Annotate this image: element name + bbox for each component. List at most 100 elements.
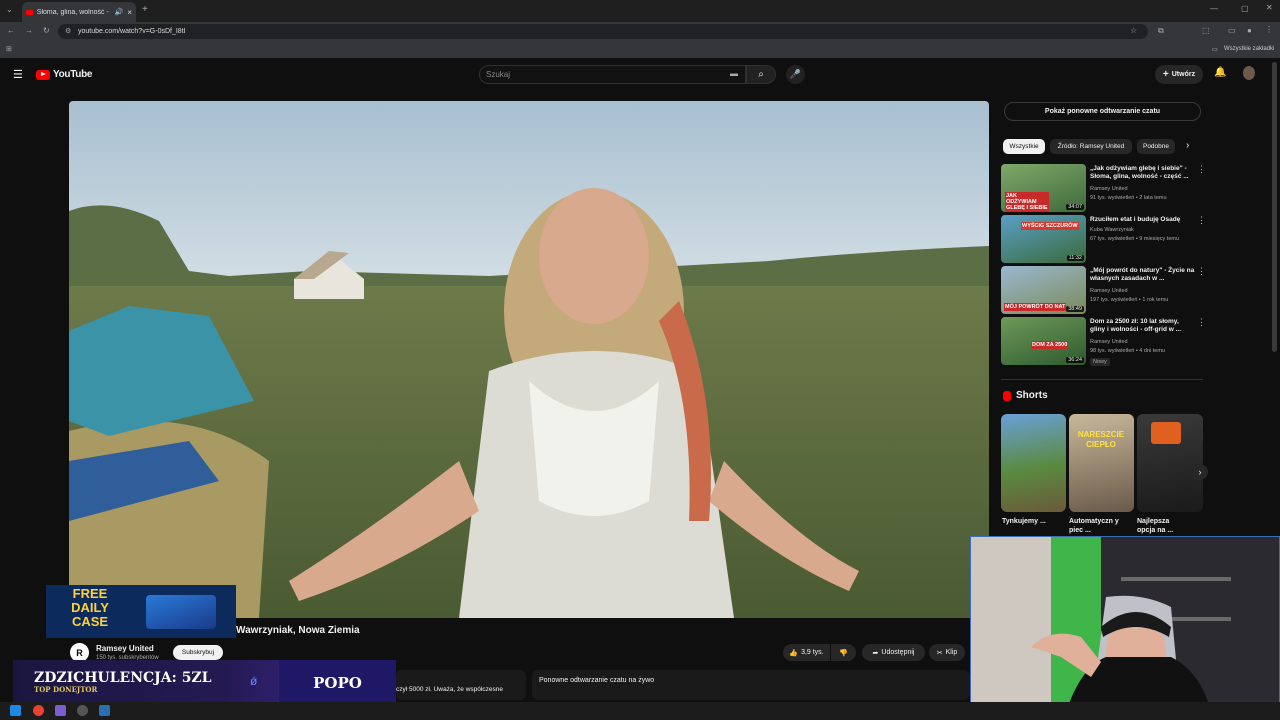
all-bookmarks-link[interactable]: Wszystkie zakładki (1224, 46, 1274, 52)
video-thumbnail: WYŚCIG SZCZURÓW 11:32 (1001, 215, 1086, 263)
microphone-icon: 🎤 (789, 69, 802, 79)
youtube-favicon-icon (26, 9, 33, 15)
voice-search-button[interactable]: 🎤 (786, 65, 805, 84)
share-button[interactable]: ➦ Udostępnij (862, 644, 925, 661)
url-text: youtube.com/watch?v=G-0sDf_I8tI (78, 28, 186, 35)
close-window-icon[interactable]: ✕ (1266, 3, 1273, 12)
streamer-webcam (970, 536, 1280, 711)
thumbs-down-icon: 👎 (839, 649, 848, 657)
search-button[interactable]: ⌕ (746, 65, 776, 84)
chrome-icon[interactable] (33, 705, 44, 716)
video-player[interactable] (69, 101, 989, 618)
short-thumbnail[interactable]: NARESZCIE CIEPŁO (1069, 414, 1134, 512)
browser-tab[interactable]: Słoma, glina, wolność - cz... 🔊 × (22, 2, 136, 22)
thumbnail-caption: JAK ODŻYWIAM GLEBĘ I SIEBIE (1005, 192, 1049, 212)
page-scrollbar[interactable] (1272, 62, 1277, 352)
short-title[interactable]: Automatyczn y piec ... (1069, 517, 1121, 535)
site-info-icon[interactable]: ⚙ (65, 27, 71, 35)
profile-icon[interactable]: ● (1247, 26, 1252, 35)
more-options-icon[interactable]: ⋮ (1197, 267, 1206, 276)
install-icon[interactable]: ⧉ (1158, 26, 1164, 36)
tab-search-icon[interactable]: ⌄ (6, 5, 13, 14)
subscribe-button[interactable]: Subskrybuj (173, 645, 223, 660)
search-input[interactable]: Szukaj (479, 65, 746, 84)
address-bar[interactable]: ⚙ youtube.com/watch?v=G-0sDf_I8tI ☆ (58, 24, 1148, 39)
recommendation-item[interactable]: WYŚCIG SZCZURÓW 11:32 Rzuciłem etat i bu… (1001, 215, 1206, 263)
video-thumbnail: DOM ZA 2500 36:24 (1001, 317, 1086, 365)
more-options-icon[interactable]: ⋮ (1197, 216, 1206, 225)
search-icon: ⌕ (758, 69, 764, 80)
shorts-icon (1003, 390, 1011, 401)
chips-next-icon[interactable]: › (1186, 140, 1189, 151)
thumbnail-caption: WYŚCIG SZCZURÓW (1021, 222, 1079, 230)
keyboard-icon[interactable]: ▬ (730, 69, 738, 78)
avatar[interactable] (1243, 66, 1255, 80)
video-title: Wawrzyniak, Nowa Ziemia (236, 625, 360, 636)
apps-icon[interactable]: ⊞ (6, 45, 12, 53)
banner-line1: FREE (72, 586, 108, 601)
video-frame (69, 101, 989, 618)
start-icon[interactable] (10, 705, 21, 716)
video-thumbnail: MÓJ POWRÓT DO NAT 38:49 (1001, 266, 1086, 314)
maximize-icon[interactable]: ▢ (1241, 4, 1249, 13)
hamburger-menu-icon[interactable]: ☰ (13, 68, 23, 81)
short-thumbnail[interactable] (1001, 414, 1066, 512)
short-thumbnail[interactable] (1137, 414, 1203, 512)
divider (1001, 379, 1203, 380)
show-chat-replay-button[interactable]: Pokaż ponowne odtwarzanie czatu (1004, 102, 1201, 121)
minimize-icon[interactable]: — (1210, 4, 1218, 13)
folder-icon: ▭ (1212, 47, 1218, 53)
close-tab-icon[interactable]: × (127, 8, 132, 17)
free-daily-case-banner: FREE DAILY CASE (46, 585, 236, 638)
more-options-icon[interactable]: ⋮ (1197, 165, 1206, 174)
channel-name[interactable]: Ramsey United (96, 644, 154, 653)
obs-icon[interactable] (77, 705, 88, 716)
recommendation-item[interactable]: JAK ODŻYWIAM GLEBĘ I SIEBIE 34:07 „Jak o… (1001, 164, 1206, 212)
chip-all[interactable]: Wszystkie (1003, 139, 1045, 154)
video-duration: 36:24 (1066, 357, 1084, 363)
description-panel[interactable]: czył 5000 zł. Uważa, że współczesne (396, 670, 526, 700)
extensions-icon[interactable]: ⬚ (1202, 26, 1210, 35)
chat-replay-panel[interactable]: Ponowne odtwarzanie czatu na żywo (532, 670, 970, 700)
channel-name: Ramsey United (1090, 288, 1128, 294)
thumbs-up-icon: 👍 (789, 649, 799, 657)
channel-name: Ramsey United (1090, 339, 1128, 345)
clip-button[interactable]: ✂ Klip (929, 644, 965, 661)
plus-icon: + (1162, 69, 1169, 80)
video-title: „Jak odżywiam glebę i siebie" - Słoma, g… (1090, 165, 1189, 180)
new-tab-icon[interactable]: + (142, 4, 148, 15)
tab-title: Słoma, glina, wolność - cz... (36, 8, 111, 16)
menu-icon[interactable]: ⋮ (1265, 25, 1273, 34)
reload-icon[interactable]: ↻ (43, 26, 50, 35)
steam-icon[interactable] (99, 705, 110, 716)
like-button[interactable]: 👍 3,9 tys. (783, 644, 830, 661)
recommendation-item[interactable]: MÓJ POWRÓT DO NAT 38:49 „Mój powrót do n… (1001, 266, 1206, 314)
chip-source[interactable]: Źródło: Ramsey United (1050, 139, 1132, 154)
chip-similar[interactable]: Podobne (1137, 139, 1175, 154)
bookmark-star-icon[interactable]: ☆ (1130, 26, 1137, 35)
recommendation-item[interactable]: DOM ZA 2500 36:24 Dom za 2500 zł: 10 lat… (1001, 317, 1206, 366)
more-options-icon[interactable]: ⋮ (1197, 318, 1206, 327)
youtube-logo[interactable]: YouTube (36, 69, 93, 80)
shorts-next-icon[interactable]: › (1192, 464, 1208, 480)
shorts-heading-label: Shorts (1016, 390, 1048, 401)
video-title: „Mój powrót do natury" - Życie na własny… (1090, 267, 1195, 282)
notifications-bell-icon[interactable]: 🔔 (1214, 67, 1226, 78)
channel-name: Ramsey United (1090, 186, 1128, 192)
short-title[interactable]: Tynkujemy ... (1002, 517, 1054, 526)
back-icon[interactable]: ← (7, 26, 15, 35)
discord-icon[interactable] (55, 705, 66, 716)
dislike-button[interactable]: 👎 (831, 644, 856, 661)
cast-icon[interactable]: ▭ (1228, 26, 1236, 35)
create-button[interactable]: + Utwórz (1155, 65, 1203, 84)
video-thumbnail: JAK ODŻYWIAM GLEBĘ I SIEBIE 34:07 (1001, 164, 1086, 212)
forward-icon[interactable]: → (25, 26, 33, 35)
video-meta: 91 tys. wyświetleń • 2 lata temu (1090, 195, 1167, 201)
banner-line3: CASE (71, 614, 109, 629)
short-title[interactable]: Najlepsza opcja na ... (1137, 517, 1189, 535)
youtube-play-icon (36, 69, 50, 80)
new-badge: Nowy (1090, 358, 1110, 366)
create-label: Utwórz (1171, 71, 1196, 78)
chat-replay-label: Ponowne odtwarzanie czatu na żywo (539, 677, 655, 684)
donation-message: ZDZICHULENCJA: 5ZL (34, 670, 212, 686)
